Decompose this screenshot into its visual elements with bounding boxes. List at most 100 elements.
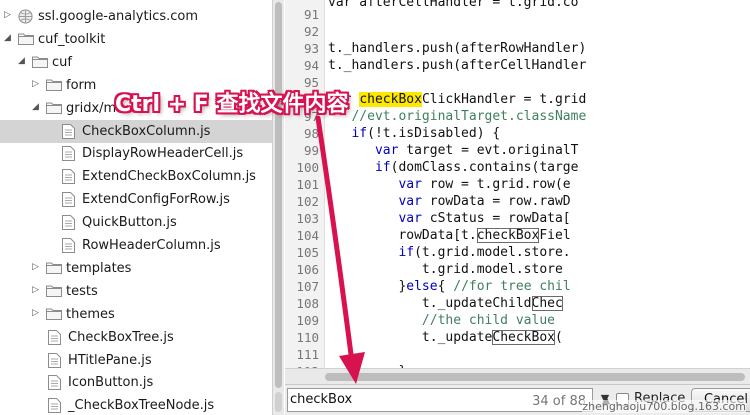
collapsed-arrow-icon[interactable]: ▷ [4, 10, 11, 20]
line-number: 101 [296, 177, 319, 192]
code-token: var [328, 194, 430, 209]
tree-item-label: ExtendConfigForRow.js [82, 192, 230, 208]
search-match-current: checkBox [359, 92, 422, 107]
tree-item-label: form [66, 77, 97, 93]
code-line: var rowData = row.rawD [328, 193, 571, 210]
tree-item-label: themes [66, 306, 115, 322]
tree-folder-item[interactable]: ▷ templates [0, 257, 272, 280]
tree-file-item[interactable]: HTitlePane.js [0, 349, 272, 372]
code-token: target = evt.originalT [406, 143, 579, 158]
find-input[interactable]: checkBox 34 of 88 [287, 388, 593, 412]
js-file-icon [62, 238, 75, 257]
tree-file-item[interactable]: RowHeaderColumn.js [0, 234, 272, 257]
tree-scrollbar-thumb-lower[interactable] [275, 392, 282, 412]
tree-folder-item[interactable]: ◢ cuf [0, 51, 272, 74]
code-line: rowData[t.checkBoxFiel [328, 227, 571, 244]
code-token: } [328, 279, 407, 294]
tree-file-item[interactable]: DisplayRowHeaderCell.js [0, 142, 272, 165]
code-token: t._updateChild [328, 296, 532, 311]
tree-file-item[interactable]: CheckBoxTree.js [0, 326, 272, 349]
code-token: (t.grid.model.store. [414, 245, 571, 260]
js-file-icon [62, 169, 75, 188]
code-token: (!t.isDisabled) { [367, 126, 501, 141]
line-number: 110 [296, 330, 319, 345]
tree-folder-item[interactable]: ◢ cuf_toolkit [0, 28, 272, 51]
code-line: if(domClass.contains(targe [328, 159, 579, 176]
folder-icon [46, 261, 62, 278]
code-editor[interactable]: var afterCellHandler = t.grid.co t._handl… [326, 0, 750, 385]
tree-file-item[interactable]: CheckBoxColumn.js [0, 119, 272, 143]
expanded-arrow-icon[interactable]: ◢ [32, 102, 39, 112]
tree-folder-item[interactable]: ▷ ssl.google-analytics.com [0, 5, 272, 28]
folder-icon [46, 101, 62, 118]
find-query: checkBox [290, 392, 353, 407]
annotation-label: Ctrl + F 查找文件内容 [115, 92, 349, 117]
line-number: 111 [296, 347, 319, 362]
js-file-icon [62, 215, 75, 234]
code-token: //the child value [328, 313, 555, 328]
code-line: t.grid.model.store [328, 261, 563, 278]
search-match: Chec [531, 296, 563, 311]
tree-item-label: IconButton.js [68, 375, 154, 391]
code-line: t._updateChildChec [328, 295, 563, 312]
tree-file-item[interactable]: ExtendConfigForRow.js [0, 188, 272, 211]
code-token: Fiel [539, 228, 571, 243]
line-number: 107 [296, 279, 319, 294]
line-number: 93 [303, 41, 319, 56]
folder-icon [46, 307, 62, 324]
code-token: ( [555, 330, 563, 345]
collapsed-arrow-icon[interactable]: ▷ [32, 285, 39, 295]
find-match-count: 34 of 88 [532, 394, 586, 409]
line-number: 91 [303, 7, 319, 22]
code-line: if(t.grid.model.store. [328, 244, 571, 261]
code-token: t._update [328, 330, 493, 345]
editor-horizontal-scrollbar[interactable] [285, 368, 750, 384]
code-token: (domClass.contains(targe [390, 160, 579, 175]
globe-icon [18, 9, 33, 28]
code-token: var afterCellHandler = t.grid.co [328, 0, 579, 10]
tree-item-label: RowHeaderColumn.js [82, 238, 221, 253]
tree-scrollbar[interactable] [272, 0, 284, 415]
code-token: //for tree chil [453, 279, 571, 294]
editor-horizontal-scrollbar-thumb[interactable] [325, 373, 745, 381]
tree-folder-item[interactable]: ▷ themes [0, 303, 272, 326]
collapsed-arrow-icon[interactable]: ▷ [32, 308, 39, 318]
line-number: 108 [296, 296, 319, 311]
line-number: 102 [296, 194, 319, 209]
code-token: { [437, 279, 454, 294]
tree-item-label: DisplayRowHeaderCell.js [82, 146, 244, 162]
code-token: t._handlers.push(afterRowHandler) [328, 41, 587, 56]
code-token: //evt.originalTarget.className [328, 109, 587, 124]
collapsed-arrow-icon[interactable]: ▷ [32, 79, 39, 89]
expanded-arrow-icon[interactable]: ◢ [4, 33, 11, 43]
search-match: CheckBox [492, 330, 555, 345]
line-number-gutter: 91 92 93 94 95 96 97 98 99 100 101 102 103 104 105 106 1… [285, 0, 325, 385]
tree-file-item[interactable]: ExtendCheckBoxColumn.js [0, 165, 272, 188]
code-line: t._updateCheckBox( [328, 329, 563, 346]
tree-scrollbar-thumb[interactable] [275, 2, 282, 388]
js-file-icon [48, 398, 61, 415]
tree-item-label: cuf [52, 54, 72, 70]
line-number: 106 [296, 262, 319, 277]
code-token: if [328, 126, 368, 141]
tree-folder-item[interactable]: ▷ tests [0, 280, 272, 303]
tree-item-label: CheckBoxTree.js [68, 329, 174, 345]
tree-file-item[interactable]: QuickButton.js [0, 211, 272, 234]
collapsed-arrow-icon[interactable]: ▷ [32, 262, 39, 272]
code-token: var [328, 211, 430, 226]
folder-icon [18, 32, 34, 49]
js-file-icon [48, 352, 61, 372]
tree-file-item[interactable]: _CheckBoxTreeNode.js [0, 394, 272, 415]
line-number: 98 [303, 126, 319, 141]
expanded-arrow-icon[interactable]: ◢ [18, 56, 25, 66]
tree-item-label: HTitlePane.js [68, 352, 152, 368]
line-number: 105 [296, 245, 319, 260]
code-token: rowData = row.rawD [429, 194, 571, 209]
tree-file-item[interactable]: IconButton.js [0, 371, 272, 394]
tree-item-label: CheckBoxColumn.js [82, 123, 211, 139]
tree-item-label: ssl.google-analytics.com [38, 9, 199, 24]
code-token: ClickHandler = t.grid [421, 92, 587, 107]
code-line: //the child value [328, 312, 555, 329]
tree-item-label: gridx/m [66, 100, 117, 116]
code-token: if [328, 245, 415, 260]
